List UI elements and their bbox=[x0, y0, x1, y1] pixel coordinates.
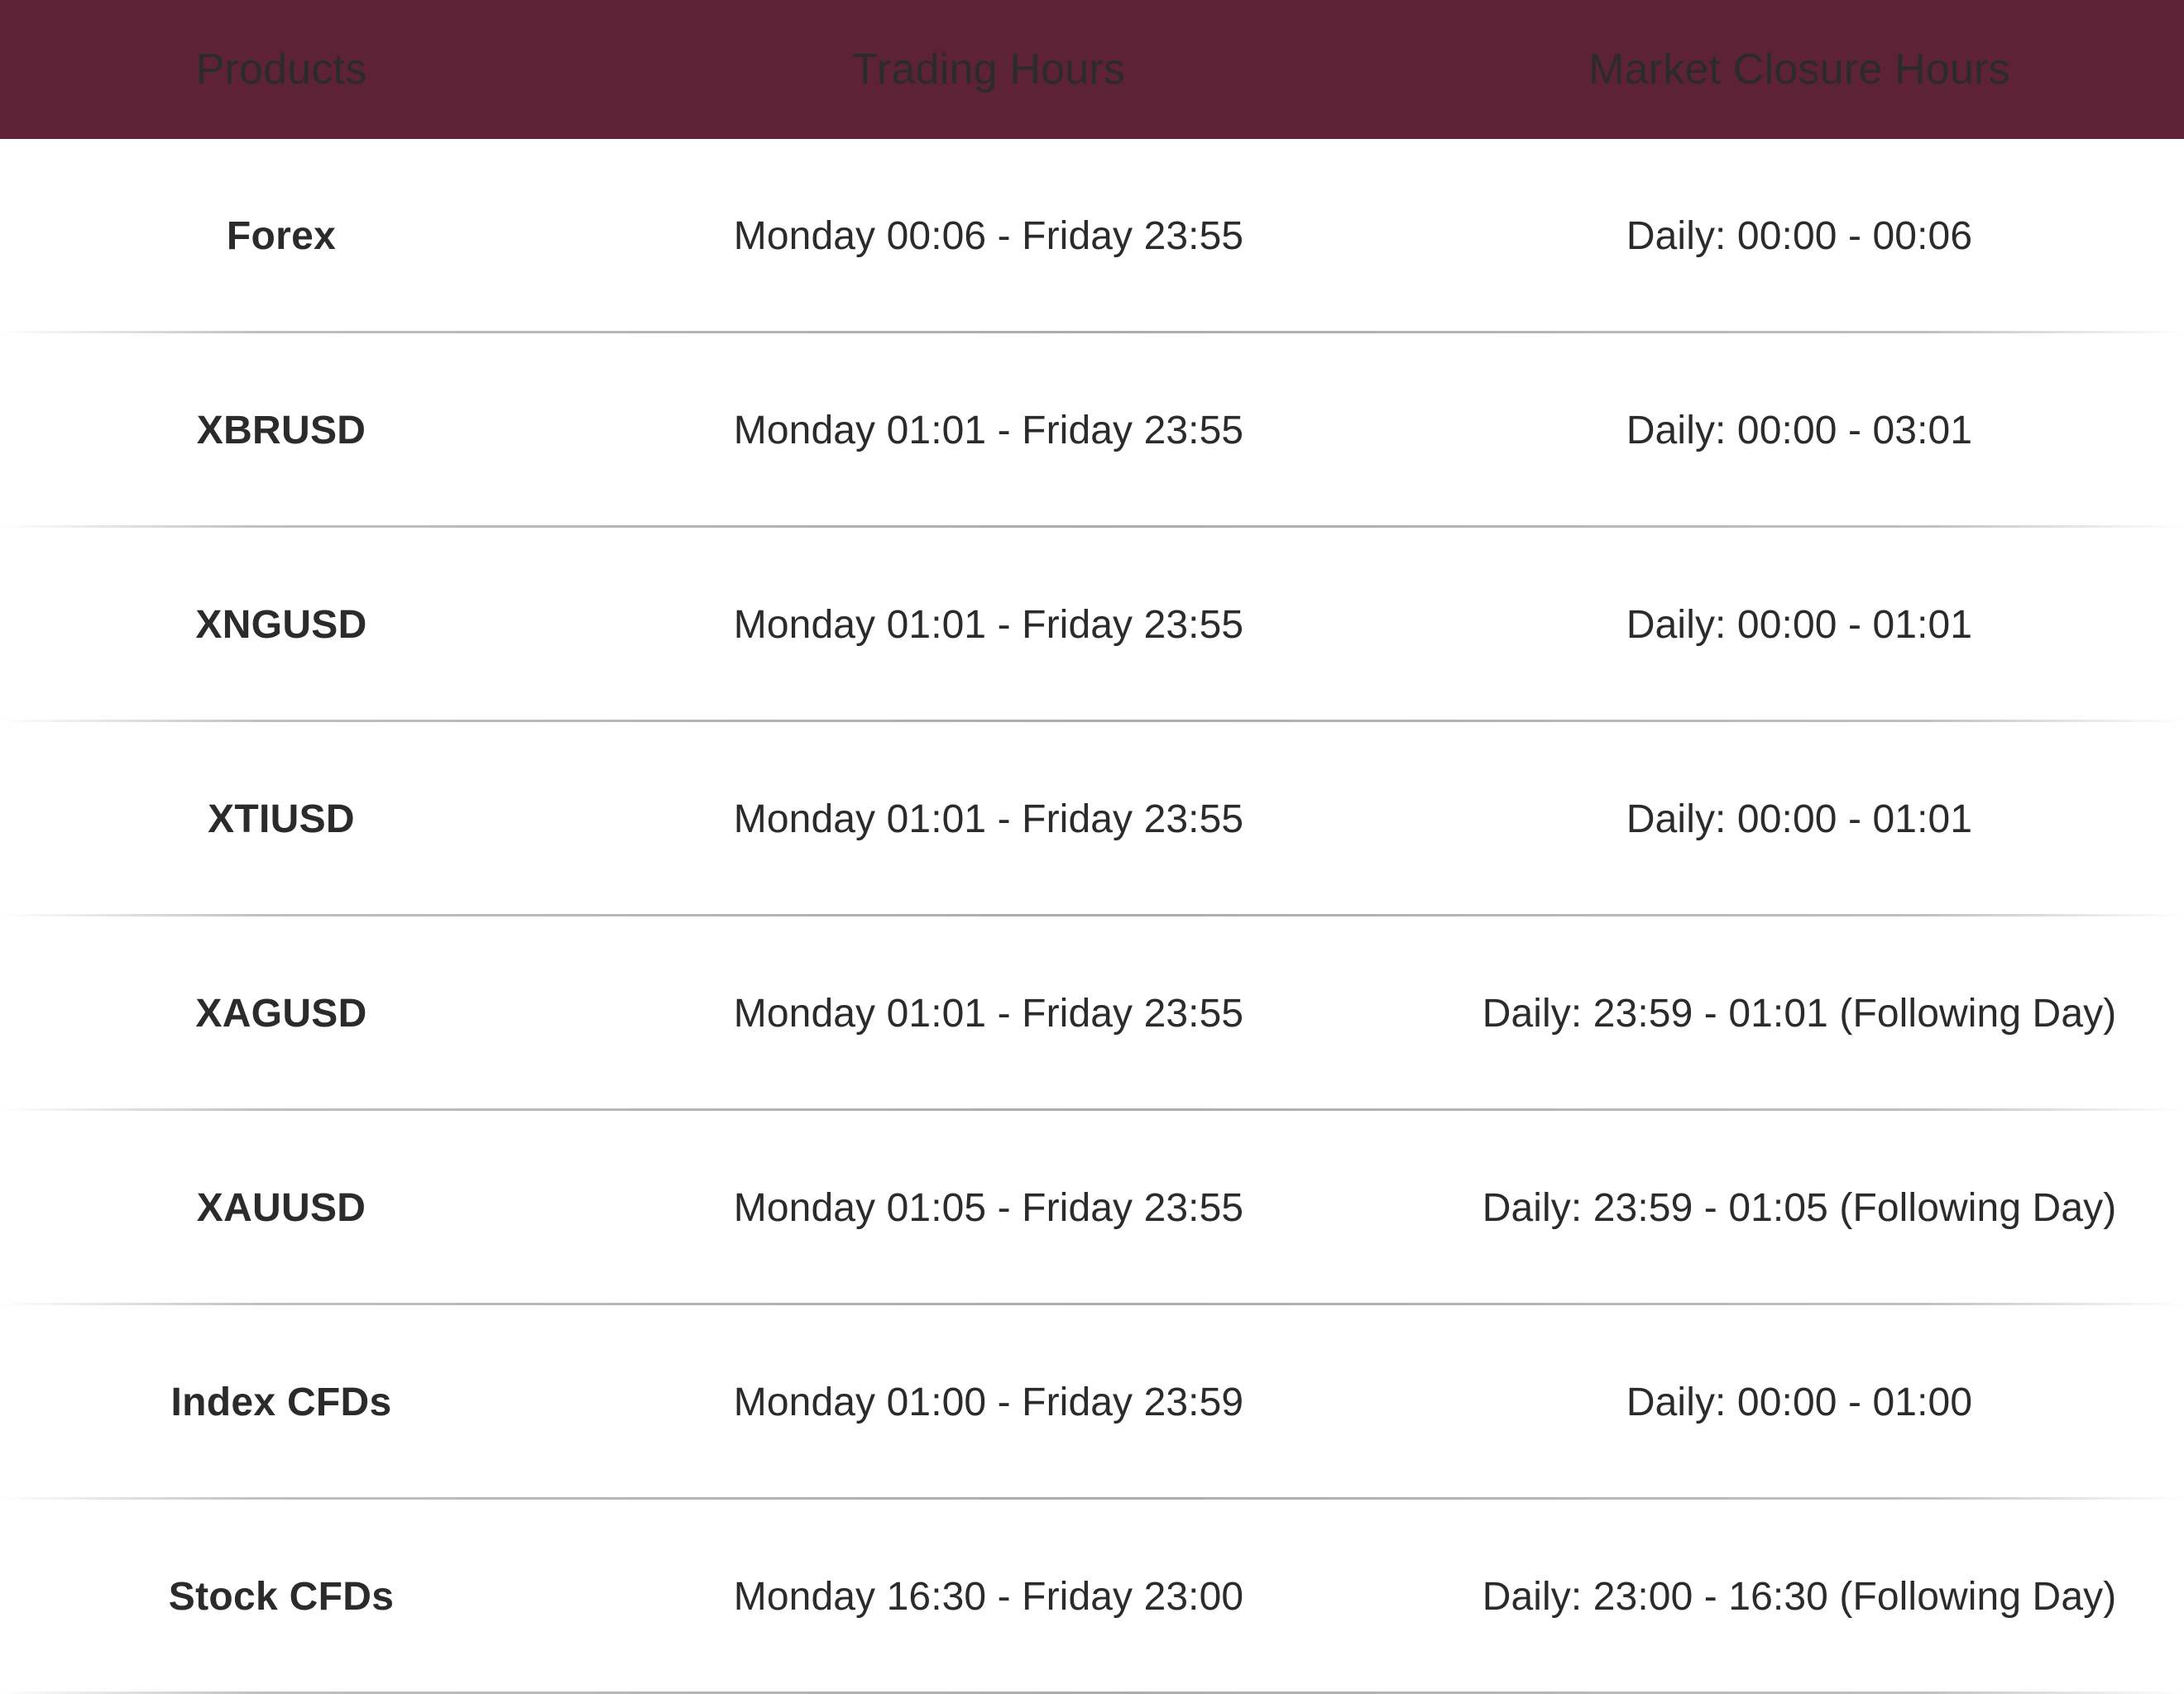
cell-trading-hours: Monday 01:00 - Friday 23:59 bbox=[733, 1380, 1244, 1424]
cell-trading-hours: Monday 01:01 - Friday 23:55 bbox=[733, 602, 1244, 647]
cell-product: XTIUSD bbox=[208, 797, 355, 841]
cell-market-closure-hours: Daily: 00:00 - 01:01 bbox=[1626, 602, 1973, 647]
table-row: Stock CFDs Monday 16:30 - Friday 23:00 D… bbox=[0, 1500, 2184, 1694]
cell-trading-hours: Monday 01:01 - Friday 23:55 bbox=[733, 991, 1244, 1036]
cell-trading-hours: Monday 01:01 - Friday 23:55 bbox=[733, 797, 1244, 841]
cell-market-closure-hours: Daily: 00:00 - 03:01 bbox=[1626, 408, 1973, 452]
column-header-products: Products bbox=[195, 45, 367, 93]
table-header-row: Products Trading Hours Market Closure Ho… bbox=[0, 0, 2184, 139]
cell-product: XAGUSD bbox=[195, 991, 367, 1036]
table-row: Forex Monday 00:06 - Friday 23:55 Daily:… bbox=[0, 139, 2184, 333]
cell-market-closure-hours: Daily: 00:00 - 00:06 bbox=[1626, 213, 1973, 258]
cell-market-closure-hours: Daily: 00:00 - 01:01 bbox=[1626, 797, 1973, 841]
cell-product: XNGUSD bbox=[195, 602, 367, 647]
table-body: Forex Monday 00:06 - Friday 23:55 Daily:… bbox=[0, 139, 2184, 1694]
cell-product: Index CFDs bbox=[170, 1380, 392, 1424]
cell-market-closure-hours: Daily: 00:00 - 01:00 bbox=[1626, 1380, 1973, 1424]
cell-product: Stock CFDs bbox=[168, 1574, 395, 1619]
table-row: Index CFDs Monday 01:00 - Friday 23:59 D… bbox=[0, 1305, 2184, 1500]
cell-trading-hours: Monday 16:30 - Friday 23:00 bbox=[733, 1574, 1244, 1619]
cell-market-closure-hours: Daily: 23:00 - 16:30 (Following Day) bbox=[1482, 1574, 2117, 1619]
cell-trading-hours: Monday 01:01 - Friday 23:55 bbox=[733, 408, 1244, 452]
cell-product: XBRUSD bbox=[196, 408, 366, 452]
cell-trading-hours: Monday 01:05 - Friday 23:55 bbox=[733, 1185, 1244, 1230]
cell-market-closure-hours: Daily: 23:59 - 01:05 (Following Day) bbox=[1482, 1185, 2117, 1230]
table-row: XAGUSD Monday 01:01 - Friday 23:55 Daily… bbox=[0, 916, 2184, 1111]
table-row: XTIUSD Monday 01:01 - Friday 23:55 Daily… bbox=[0, 722, 2184, 916]
column-header-market-closure-hours: Market Closure Hours bbox=[1588, 45, 2010, 93]
table-row: XNGUSD Monday 01:01 - Friday 23:55 Daily… bbox=[0, 528, 2184, 722]
cell-trading-hours: Monday 00:06 - Friday 23:55 bbox=[733, 213, 1244, 258]
cell-product: XAUUSD bbox=[196, 1185, 366, 1230]
trading-hours-table: Products Trading Hours Market Closure Ho… bbox=[0, 0, 2184, 1694]
table-row: XBRUSD Monday 01:01 - Friday 23:55 Daily… bbox=[0, 333, 2184, 528]
cell-market-closure-hours: Daily: 23:59 - 01:01 (Following Day) bbox=[1482, 991, 2117, 1036]
column-header-trading-hours: Trading Hours bbox=[851, 45, 1126, 93]
cell-product: Forex bbox=[226, 213, 337, 258]
table-row: XAUUSD Monday 01:05 - Friday 23:55 Daily… bbox=[0, 1111, 2184, 1305]
